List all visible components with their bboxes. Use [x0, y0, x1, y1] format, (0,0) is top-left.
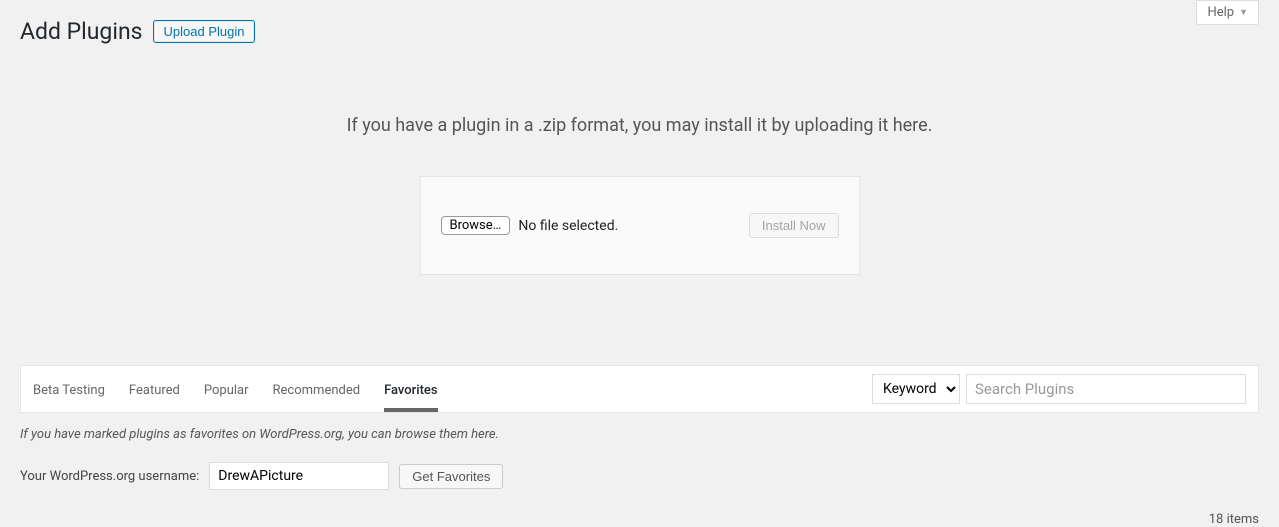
username-label: Your WordPress.org username:	[20, 469, 199, 484]
tab-beta-testing[interactable]: Beta Testing	[33, 367, 105, 412]
help-label: Help	[1207, 5, 1234, 20]
help-tab[interactable]: Help ▼	[1196, 0, 1259, 25]
upload-instruction: If you have a plugin in a .zip format, y…	[0, 115, 1279, 136]
tab-featured[interactable]: Featured	[129, 367, 180, 412]
search-type-select[interactable]: Keyword	[872, 374, 960, 404]
file-status: No file selected.	[518, 218, 618, 234]
filter-bar: Beta Testing Featured Popular Recommende…	[20, 365, 1259, 413]
chevron-down-icon: ▼	[1239, 7, 1248, 18]
tab-favorites[interactable]: Favorites	[384, 367, 437, 412]
get-favorites-button[interactable]: Get Favorites	[399, 464, 503, 489]
favorites-description: If you have marked plugins as favorites …	[20, 427, 1259, 442]
browse-button[interactable]: Browse…	[441, 216, 511, 235]
install-now-button[interactable]: Install Now	[749, 213, 839, 238]
upload-box: Browse… No file selected. Install Now	[420, 176, 860, 275]
page-title: Add Plugins	[20, 18, 143, 45]
search-input[interactable]	[966, 374, 1246, 404]
tab-recommended[interactable]: Recommended	[273, 367, 361, 412]
results-count: 18 items	[20, 512, 1259, 527]
upload-plugin-button[interactable]: Upload Plugin	[153, 20, 256, 43]
username-input[interactable]	[209, 462, 389, 490]
filter-tabs: Beta Testing Featured Popular Recommende…	[33, 367, 438, 412]
tab-popular[interactable]: Popular	[204, 367, 249, 412]
